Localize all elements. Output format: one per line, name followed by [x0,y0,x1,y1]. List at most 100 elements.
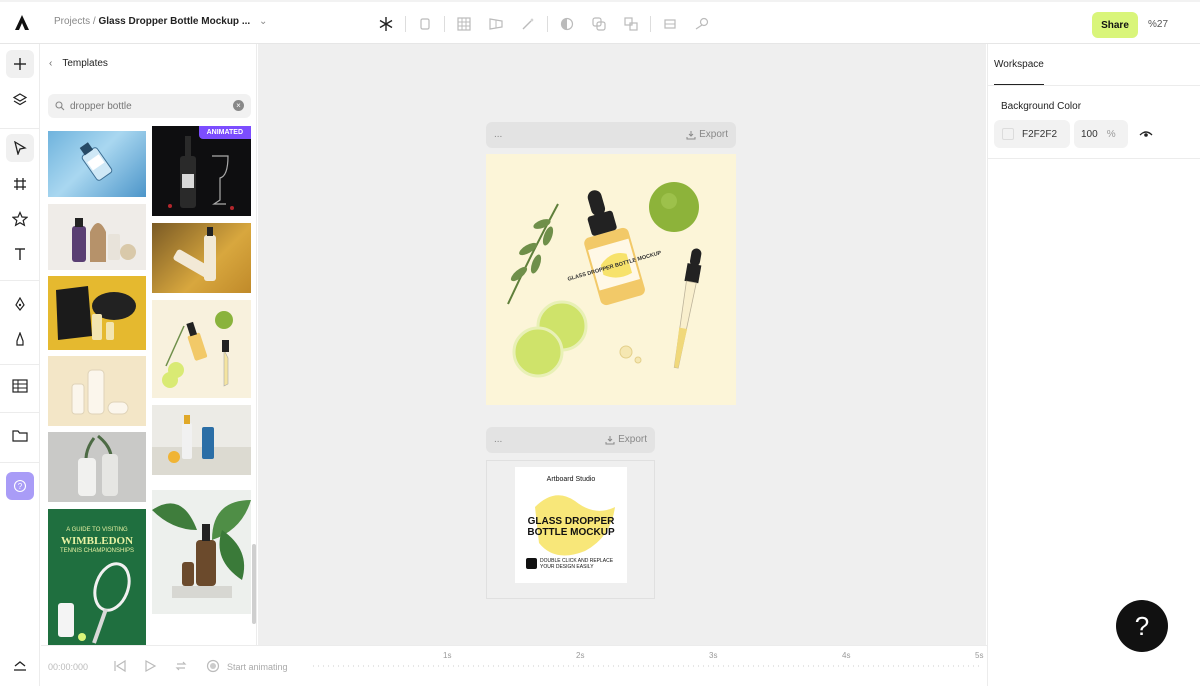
color-hex-value[interactable]: F2F2F2 [1022,129,1057,140]
template-search[interactable]: × [48,94,251,118]
template-thumbnail-wine[interactable]: ANIMATED [152,126,251,216]
tick-label-2s: 2s [576,651,585,660]
opacity-value[interactable]: 100 [1081,129,1098,140]
tab-workspace[interactable]: Workspace [994,59,1044,70]
artboard-2-header[interactable]: ... Export [486,427,655,453]
template-thumbnail-cosmetics-set[interactable] [48,204,146,270]
magic-wand-icon[interactable] [517,13,539,35]
templates-title: Templates [62,58,108,69]
template-thumbnail-plant-bottle[interactable] [152,490,251,614]
play-icon[interactable] [143,659,157,673]
background-color-label: Background Color [1001,101,1082,112]
artboard-1-name[interactable]: ... [494,129,502,140]
rail-divider [0,364,40,365]
rail-divider [0,280,40,281]
template-thumbnail-grey-bottles[interactable] [48,432,146,502]
timeline-ruler[interactable]: 1s 2s 3s 4s 5s [313,651,983,672]
templates-panel: ‹ Templates × A GUIDE TO VISITING WIMBLE… [41,44,257,645]
tick-label-1s: 1s [443,651,452,660]
breadcrumb[interactable]: Projects / Glass Dropper Bottle Mockup .… [54,16,267,27]
table-icon[interactable] [6,372,34,400]
herb-sprig-icon [507,203,559,305]
wimbledon-subtitle: A GUIDE TO VISITING [66,527,128,533]
artboard-2[interactable]: Artboard Studio GLASS DROPPER BOTTLE MOC… [486,460,655,599]
opacity-field[interactable]: 100 % [1074,120,1128,148]
help-button[interactable]: ? [1116,600,1168,652]
logo-icon[interactable] [12,12,32,32]
template-thumbnail-cream-bottles[interactable] [48,356,146,426]
template-thumbnail-water-bottle[interactable] [48,131,146,197]
panel-scrollbar[interactable] [252,544,256,624]
help-circle-icon[interactable]: ? [6,472,34,500]
grid-icon[interactable] [453,13,475,35]
eye-icon[interactable] [1138,126,1154,142]
artboard-1-export[interactable]: Export [686,129,728,140]
search-icon [55,101,65,111]
artboard-2-name[interactable]: ... [494,434,502,445]
perspective-icon[interactable] [485,13,507,35]
pencil-icon[interactable] [6,325,34,353]
folder-icon[interactable] [6,422,34,450]
rail-divider [0,462,40,463]
tick-label-4s: 4s [842,651,851,660]
skip-back-icon[interactable] [113,659,127,673]
lime-slice-icon [512,326,564,378]
card-title-line2: BOTTLE MOCKUP [527,527,615,538]
dropper-pipette-icon [673,248,702,369]
color-swatch[interactable] [1002,128,1014,140]
loop-icon[interactable] [174,659,188,673]
select-arrow-icon[interactable] [6,134,34,162]
background-color-field[interactable]: F2F2F2 [994,120,1070,148]
card-title-line1: GLASS DROPPER [527,516,615,527]
wimbledon-title: WIMBLEDON [60,535,134,547]
snowflake-icon[interactable] [375,13,397,35]
template-thumbnail-wimbledon[interactable]: A GUIDE TO VISITING WIMBLEDON TENNIS CHA… [48,509,146,645]
frame-icon[interactable] [6,170,34,198]
rail-divider [0,412,40,413]
shape-combine-icon[interactable] [588,13,610,35]
pen-icon[interactable] [6,290,34,318]
card-brand: Artboard Studio [546,476,596,483]
template-thumbnail-yellow-merch[interactable] [48,276,146,350]
artboard-1[interactable]: GLASS DROPPER BOTTLE MOCKUP [486,154,736,405]
card-footer-line2: YOUR DESIGN EASILY [540,564,594,570]
add-icon[interactable] [6,50,34,78]
card-footer: DOUBLE CLICK AND REPLACE YOUR DESIGN EAS… [540,558,613,570]
timeline-toggle-icon[interactable] [12,660,28,672]
duplicate-icon[interactable] [414,13,436,35]
chevron-left-icon[interactable]: ‹ [49,58,52,69]
brand-logo-icon [526,558,537,569]
download-icon [605,435,615,444]
template-thumbnail-dropper-preview[interactable] [152,300,251,398]
search-input[interactable] [70,100,220,112]
wimbledon-caption: TENNIS CHAMPIONSHIPS [59,548,134,554]
tick-label-3s: 3s [709,651,718,660]
zoom-level[interactable]: %27 [1148,19,1168,30]
export-label: Export [699,129,728,140]
text-icon[interactable] [6,240,34,268]
chevron-down-icon[interactable]: ⌄ [259,16,267,27]
clear-search-icon[interactable]: × [233,100,244,111]
layers-icon[interactable] [6,86,34,114]
animated-badge: ANIMATED [198,126,251,139]
record-icon[interactable] [206,659,220,673]
boolean-icon[interactable] [620,13,642,35]
project-title[interactable]: Glass Dropper Bottle Mockup ... [98,16,250,27]
download-icon [686,130,696,139]
template-thumbnail-citrus-sprays[interactable] [152,405,251,475]
artboard-1-header[interactable]: ... Export [486,122,736,148]
rail-divider [0,128,40,129]
tick-label-5s: 5s [975,651,984,660]
align-icon[interactable] [659,13,681,35]
contrast-icon[interactable] [556,13,578,35]
start-animating[interactable]: Start animating [227,662,288,672]
breadcrumb-root[interactable]: Projects / [54,16,96,27]
export-label: Export [618,434,647,445]
canvas-area[interactable]: ... Export GLASS DROPPER BOTTLE MOCKUP .… [258,44,986,645]
share-button[interactable]: Share [1092,12,1138,38]
path-icon[interactable] [691,13,713,35]
star-icon[interactable] [6,205,34,233]
template-thumbnail-amber-bottles[interactable] [152,223,251,293]
templates-header[interactable]: ‹ Templates [49,58,108,69]
artboard-2-export[interactable]: Export [605,434,647,445]
